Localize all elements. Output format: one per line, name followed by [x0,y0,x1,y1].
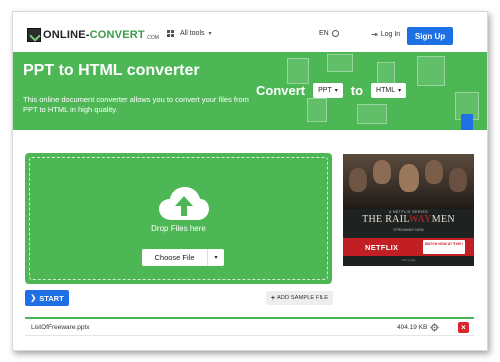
remove-file-button[interactable]: × [458,322,469,333]
target-format-value: HTML [376,87,396,94]
chevron-down-icon: ▾ [208,31,212,37]
file-name: ListOfFreeware.pptx [31,324,90,331]
site-header: ONLINE-CONVERT .COM All tools ▾ EN ⇥ Log… [13,12,487,52]
login-icon: ⇥ [371,30,378,39]
chevron-down-icon: ▾ [334,88,338,94]
watch-now-button[interactable]: WATCH NOW AT ₹199 ! [423,240,465,254]
logo-suffix: .COM [145,35,159,41]
drop-files-text: Drop Files here [151,224,206,233]
file-drop-zone[interactable]: Drop Files here Choose File ▾ [25,153,332,284]
target-format-select[interactable]: HTML ▾ [371,83,407,98]
format-selector-group: Convert PPT ▾ to HTML ▾ [256,83,407,98]
plus-icon: + [270,294,275,302]
page-title: PPT to HTML converter [23,62,200,79]
start-button[interactable]: ❯ START [25,290,69,306]
language-label: EN [319,30,329,37]
cloud-upload-icon [159,187,209,220]
browser-page: ONLINE-CONVERT .COM All tools ▾ EN ⇥ Log… [12,11,488,351]
all-tools-label: All tools [180,30,205,37]
chevron-right-icon: ❯ [30,295,37,302]
grid-icon [167,30,174,37]
source-format-value: PPT [318,87,332,94]
choose-file-label: Choose File [142,249,208,266]
file-list-item: ListOfFreeware.pptx 404.19 KB × [25,317,474,336]
advertisement-banner[interactable]: A NETFLIX SERIES THE RAILWAYMEN STREAMIN… [343,154,474,266]
netflix-logo: NETFLIX [365,243,399,252]
hero-banner: PPT to HTML converter This online docume… [13,52,487,130]
language-selector[interactable]: EN [319,30,339,37]
feedback-tab[interactable] [461,114,473,130]
file-size: 404.19 KB [397,324,428,331]
choose-file-button[interactable]: Choose File ▾ [142,249,224,266]
start-label: START [39,293,64,303]
signup-button[interactable]: Sign Up [407,27,453,45]
all-tools-menu[interactable]: All tools ▾ [167,30,212,37]
login-label: Log In [380,31,401,38]
source-format-select[interactable]: PPT ▾ [313,83,343,98]
drop-zone-border: Drop Files here Choose File ▾ [29,157,328,280]
ad-title: THE RAILWAYMEN [362,214,455,225]
globe-icon [331,30,339,37]
logo-icon [27,28,41,42]
login-link[interactable]: ⇥ Log In [371,30,400,39]
to-label: to [350,83,364,98]
page-description: This online document converter allows yo… [23,95,249,114]
settings-icon[interactable] [430,323,439,332]
ad-image [343,154,474,209]
logo-text: ONLINE-CONVERT [43,29,145,41]
ad-terms: T&C Apply [401,258,416,262]
chevron-down-icon[interactable]: ▾ [208,254,224,261]
ad-tagline: STREAMING NOW [393,228,424,232]
add-sample-file-button[interactable]: + ADD SAMPLE FILE [266,291,333,305]
convert-label: Convert [256,83,306,98]
site-logo[interactable]: ONLINE-CONVERT .COM [27,27,159,43]
add-sample-label: ADD SAMPLE FILE [276,295,329,301]
chevron-down-icon: ▾ [398,88,402,94]
